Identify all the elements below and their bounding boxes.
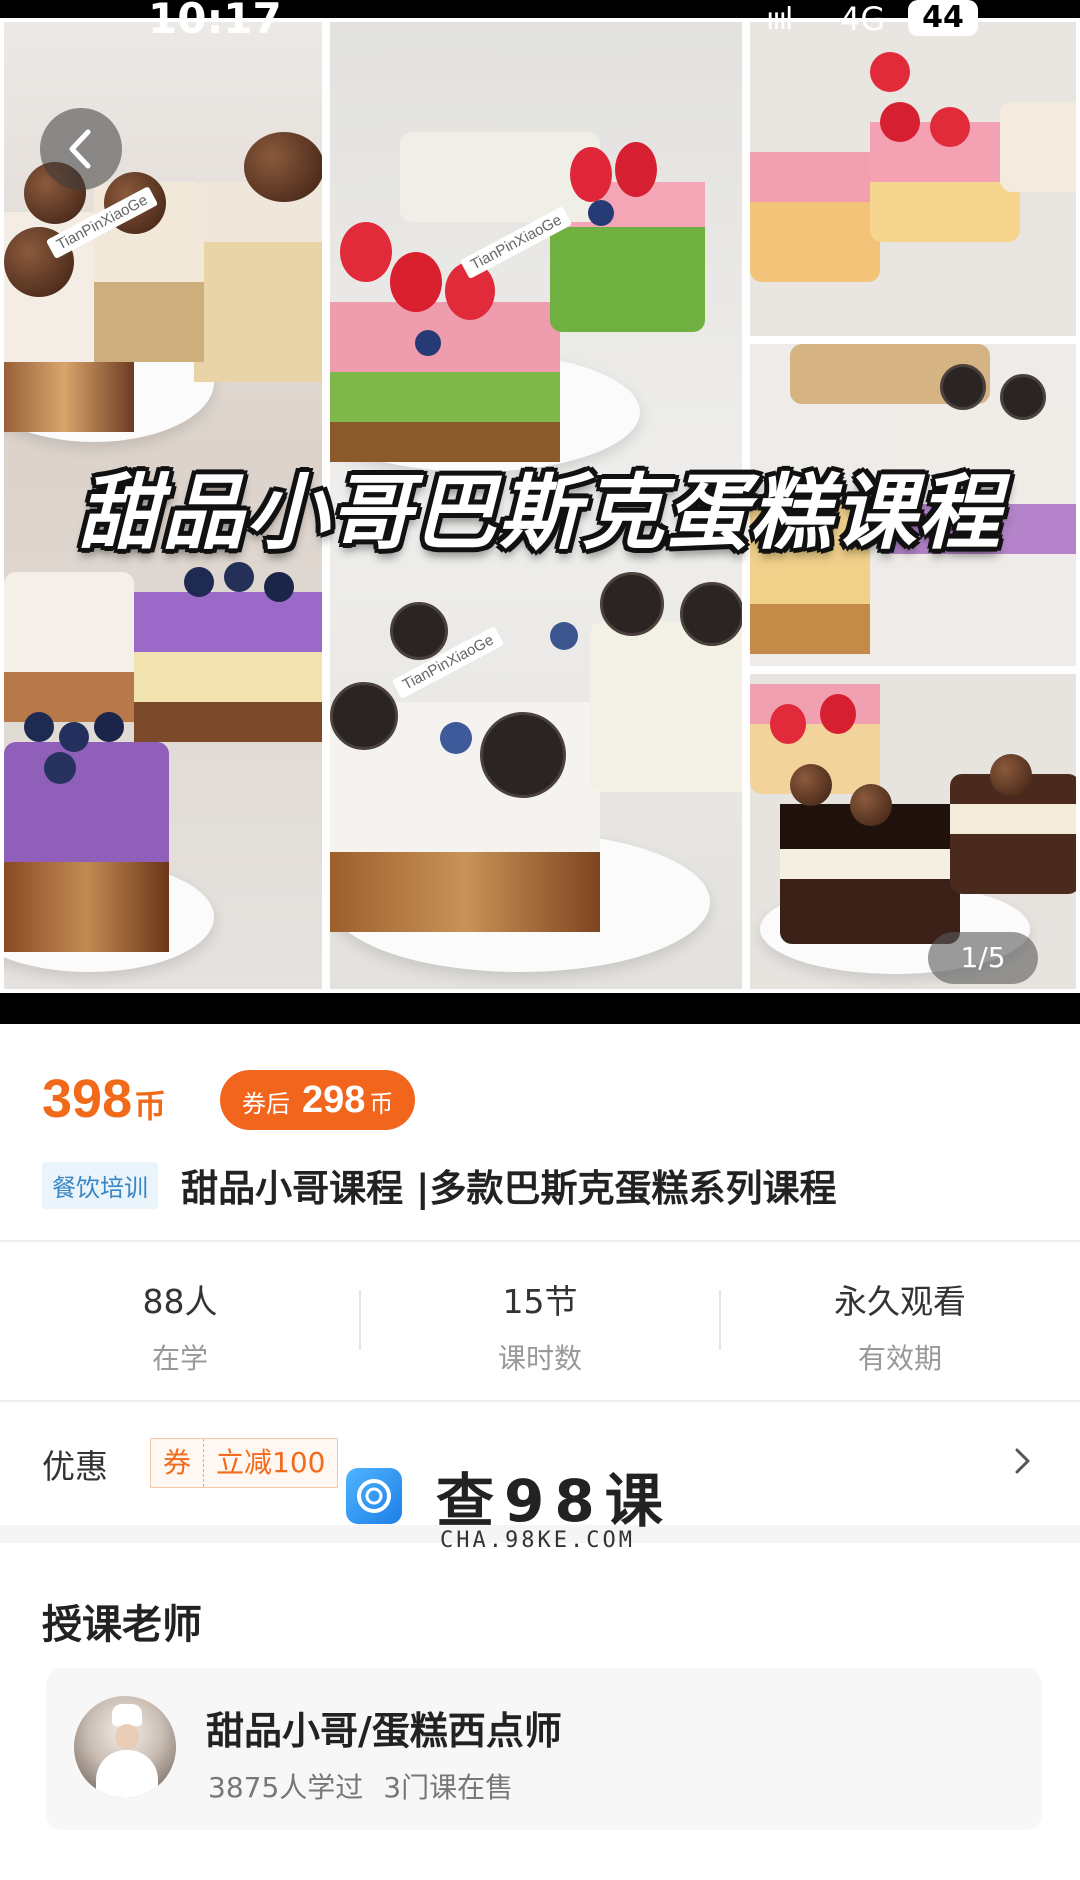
back-button[interactable]	[40, 108, 122, 190]
price-value: 398	[42, 1069, 133, 1129]
avatar	[74, 1696, 176, 1798]
teacher-section-heading: 授课老师	[42, 1602, 202, 1648]
teacher-name: 甜品小哥/蛋糕西点师	[206, 1709, 562, 1753]
stat-value: 永久观看	[834, 1282, 966, 1321]
teacher-students: 3875人学过	[208, 1771, 364, 1804]
coupon-tag-type: 券	[151, 1439, 205, 1487]
network-type: 4G	[840, 0, 886, 38]
course-title-row: 餐饮培训 甜品小哥课程 |多款巴斯克蛋糕系列课程	[42, 1158, 837, 1210]
hero-image-carousel[interactable]: TianPinXiaoGe TianPinXiaoGe TianPinXiaoG…	[0, 0, 1080, 1024]
coupon-tag[interactable]: 券立减100	[150, 1438, 339, 1488]
category-badge: 餐饮培训	[42, 1161, 158, 1209]
chevron-right-icon	[1015, 1448, 1030, 1474]
banner-title: 甜品小哥巴斯克蛋糕课程	[78, 466, 1002, 561]
divider	[0, 1240, 1080, 1242]
teacher-courses: 3门课在售	[383, 1771, 514, 1804]
teacher-card[interactable]: 甜品小哥/蛋糕西点师 3875人学过 3门课在售	[46, 1668, 1042, 1830]
chevron-left-icon	[69, 129, 91, 169]
stat-label: 课时数	[497, 1342, 582, 1375]
status-time: 10:17	[148, 0, 282, 43]
stat-lessons: 15节 课时数	[360, 1275, 720, 1377]
watermark-subtitle: CHA.98KE.COM	[440, 1528, 635, 1553]
coupon-price: 298	[302, 1079, 366, 1121]
stat-validity: 永久观看 有效期	[720, 1275, 1080, 1377]
watermark-logo-icon	[346, 1468, 402, 1524]
discount-label: 优惠	[42, 1447, 108, 1486]
teacher-meta: 3875人学过 3门课在售	[208, 1766, 513, 1806]
image-counter: 1/5	[928, 932, 1038, 984]
stat-label: 在学	[151, 1342, 208, 1375]
coupon-price-badge: 券后 298 币	[220, 1070, 416, 1130]
status-bar: 10:17 ıııl 4G 44	[0, 0, 1080, 43]
course-title: 甜品小哥课程 |多款巴斯克蛋糕系列课程	[181, 1167, 837, 1210]
stat-students: 88人 在学	[0, 1275, 360, 1377]
signal-icon: ıııl	[766, 2, 793, 37]
stat-label: 有效期	[857, 1342, 942, 1375]
collage-tile-right-top	[746, 18, 1080, 340]
price-currency: 币	[134, 1088, 167, 1124]
battery-icon: 44	[908, 0, 978, 36]
coupon-currency: 币	[369, 1091, 394, 1118]
stat-value: 88人	[142, 1282, 218, 1321]
stat-value: 15节	[502, 1282, 578, 1321]
coupon-label: 券后	[242, 1091, 290, 1118]
coupon-tag-text: 立减100	[216, 1446, 326, 1479]
course-stats: 88人 在学 15节 课时数 永久观看 有效期	[0, 1245, 1080, 1400]
original-price: 398币	[42, 1068, 166, 1130]
watermark-title: 查98课	[436, 1467, 673, 1535]
